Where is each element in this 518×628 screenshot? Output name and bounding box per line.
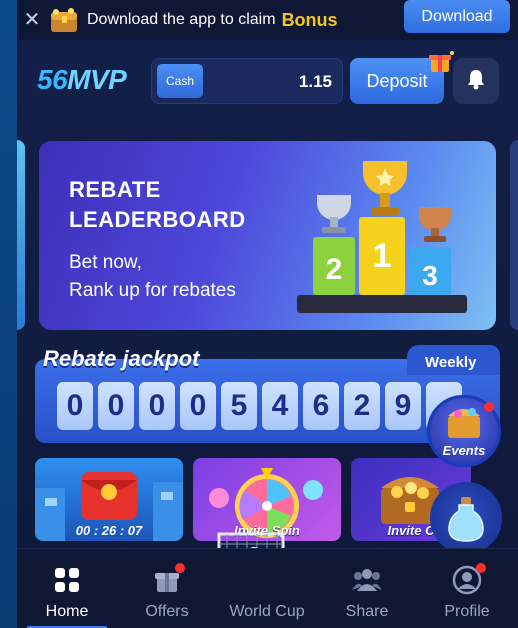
header: 56MVP Cash 1.15 Deposit	[17, 40, 518, 120]
banner-title-line2: LEADERBOARD	[69, 207, 246, 232]
jackpot-digits: 0 0 0 0 5 4 6 2 9 .	[57, 382, 462, 430]
nav-world-cup[interactable]: World Cup	[222, 549, 312, 628]
nav-profile[interactable]: Profile	[422, 549, 512, 628]
podium-label-1: 1	[373, 237, 392, 275]
bell-icon	[466, 68, 486, 95]
cash-tag: Cash	[157, 64, 203, 98]
podium-label-3: 3	[422, 260, 438, 291]
nav-offers-label: Offers	[145, 603, 189, 620]
jackpot-digit: 0	[57, 382, 93, 430]
app-root: ✕ Download the app to claim Bonus Downlo…	[0, 0, 518, 628]
banner-subtitle: Bet now, Rank up for rebates	[69, 249, 236, 305]
silver-trophy-icon	[317, 195, 351, 233]
bronze-trophy-icon	[419, 207, 451, 242]
rebate-leaderboard-banner[interactable]: REBATE LEADERBOARD Bet now, Rank up for …	[39, 141, 496, 330]
jackpot-digit: 0	[180, 382, 216, 430]
events-label: Events	[442, 443, 486, 458]
offers-notification-dot	[175, 563, 185, 573]
jackpot-digit: 0	[139, 382, 175, 430]
balance-value: 1.15	[298, 72, 332, 91]
close-icon[interactable]: ✕	[17, 0, 47, 40]
bottle-icon	[448, 497, 484, 542]
jackpot-digit: 5	[221, 382, 257, 430]
logo-number: 56	[37, 64, 68, 95]
banner-title-line1: REBATE	[69, 177, 161, 202]
nav-profile-label: Profile	[444, 603, 490, 620]
jackpot-digit: 4	[262, 382, 298, 430]
bottle-floating-button[interactable]	[430, 482, 502, 554]
balance-box[interactable]: Cash 1.15	[151, 58, 343, 104]
logo[interactable]: 56MVP	[37, 64, 127, 96]
download-promo-bar: ✕ Download the app to claim Bonus Downlo…	[17, 0, 518, 40]
nav-share-label: Share	[345, 603, 389, 620]
jackpot-digit: 0	[98, 382, 134, 430]
promo-card-invite-spin[interactable]: Invite Spin	[193, 458, 341, 541]
promo-card-red-envelope[interactable]: 00 : 26 : 07	[35, 458, 183, 541]
nav-share[interactable]: Share	[322, 549, 412, 628]
logo-text: MVP	[67, 64, 127, 95]
banner-title: REBATE LEADERBOARD	[69, 175, 246, 235]
bottom-navigation: Home Offers World Cup Share Profile	[17, 548, 518, 628]
countdown-timer: 00 : 26 : 07	[75, 523, 143, 538]
profile-notification-dot	[476, 563, 486, 573]
left-edge-strip	[0, 0, 17, 628]
promo-bonus-text: Bonus	[281, 9, 338, 30]
banner-sub-line2: Rank up for rebates	[69, 280, 236, 301]
nav-world-cup-label: World Cup	[229, 603, 305, 620]
gift-badge-icon	[427, 50, 455, 74]
nav-home-label: Home	[45, 603, 89, 620]
jackpot-title: Rebate jackpot	[43, 346, 200, 371]
podium-label-2: 2	[326, 253, 343, 286]
home-grid-icon	[52, 565, 82, 595]
nav-offers[interactable]: Offers	[122, 549, 212, 628]
nav-home[interactable]: Home	[22, 549, 112, 628]
treasure-chest-icon	[47, 6, 81, 34]
banner-sub-line1: Bet now,	[69, 252, 142, 273]
notification-bell-button[interactable]	[453, 58, 499, 104]
jackpot-digit: 9	[385, 382, 421, 430]
banner-prev-peek[interactable]	[17, 140, 25, 330]
users-icon	[352, 565, 382, 595]
jackpot-digit: 6	[303, 382, 339, 430]
events-notification-dot	[484, 402, 494, 412]
download-button[interactable]: Download	[404, 0, 510, 33]
jackpot-digit: 2	[344, 382, 380, 430]
trophy-podium-illustration: 2 1 3	[297, 155, 477, 325]
jackpot-period-label: Weekly	[425, 354, 477, 371]
events-floating-button[interactable]: Events	[427, 395, 501, 467]
gold-trophy-icon	[363, 161, 407, 215]
promo-text: Download the app to claim	[87, 11, 276, 28]
banner-next-peek[interactable]	[510, 140, 518, 330]
